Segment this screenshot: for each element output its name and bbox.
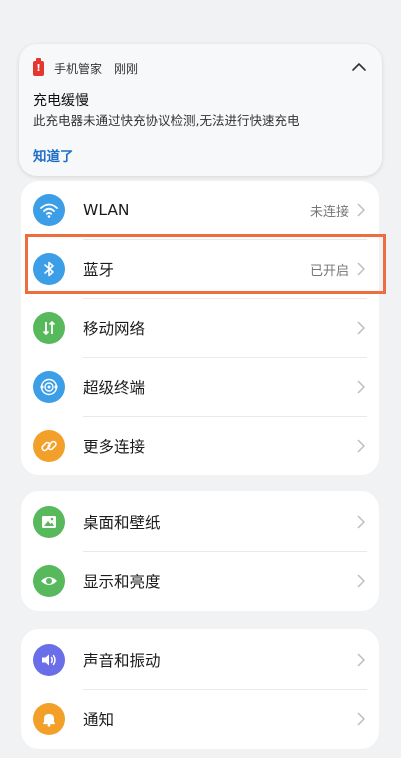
- settings-item-home-wallpaper[interactable]: 桌面和壁纸: [21, 493, 379, 551]
- settings-item-wlan[interactable]: WLAN 未连接: [21, 181, 379, 239]
- chevron-right-icon: [357, 653, 365, 667]
- wallpaper-icon: [33, 506, 65, 538]
- settings-item-label: 移动网络: [83, 320, 146, 338]
- chevron-right-icon: [357, 439, 365, 453]
- chevron-right-icon: [357, 321, 365, 335]
- chevron-up-icon[interactable]: [350, 58, 368, 76]
- settings-item-label: 显示和亮度: [83, 573, 161, 591]
- eye-icon: [33, 565, 65, 597]
- settings-item-label: 声音和振动: [83, 652, 161, 670]
- settings-item-label: 更多连接: [83, 438, 146, 456]
- chevron-right-icon: [357, 380, 365, 394]
- notification-dismiss-button[interactable]: 知道了: [33, 145, 74, 165]
- sound-notification-card: 声音和振动 通知: [21, 629, 379, 749]
- highlight-box: [25, 234, 386, 294]
- settings-item-display-brightness[interactable]: 显示和亮度: [21, 552, 379, 610]
- battery-alert-icon: [33, 57, 44, 76]
- settings-item-status: 未连接: [309, 204, 349, 220]
- display-settings-card: 桌面和壁纸 显示和亮度: [21, 491, 379, 611]
- notification-title: 充电缓慢: [33, 93, 89, 109]
- settings-item-more-connections[interactable]: 更多连接: [21, 417, 379, 475]
- notification-time: 刚刚: [114, 61, 139, 76]
- speaker-icon: [33, 644, 65, 676]
- notification-app-name: 手机管家: [54, 61, 103, 76]
- settings-item-label: WLAN: [83, 201, 130, 219]
- chevron-right-icon: [357, 574, 365, 588]
- mobile-network-icon: [33, 312, 65, 344]
- notification-message: 此充电器未通过快充协议检测,无法进行快速充电: [33, 113, 300, 128]
- super-device-icon: [33, 371, 65, 403]
- settings-item-notifications[interactable]: 通知: [21, 690, 379, 748]
- settings-item-mobile-network[interactable]: 移动网络: [21, 299, 379, 357]
- settings-item-sound-vibration[interactable]: 声音和振动: [21, 631, 379, 689]
- settings-item-super-device[interactable]: 超级终端: [21, 358, 379, 416]
- link-icon: [33, 430, 65, 462]
- chevron-right-icon: [357, 515, 365, 529]
- wifi-icon: [33, 194, 65, 226]
- chevron-right-icon: [357, 712, 365, 726]
- settings-item-label: 桌面和壁纸: [83, 514, 161, 532]
- notification-banner[interactable]: 手机管家 刚刚 充电缓慢 此充电器未通过快充协议检测,无法进行快速充电 知道了: [19, 44, 382, 176]
- bell-icon: [33, 703, 65, 735]
- notification-header: 手机管家 刚刚: [33, 57, 139, 78]
- settings-item-label: 通知: [83, 711, 115, 729]
- chevron-right-icon: [357, 203, 365, 217]
- settings-item-label: 超级终端: [83, 379, 146, 397]
- connectivity-settings-card: WLAN 未连接 蓝牙 已开启 移动网络 超级终端 更多连接: [21, 181, 379, 475]
